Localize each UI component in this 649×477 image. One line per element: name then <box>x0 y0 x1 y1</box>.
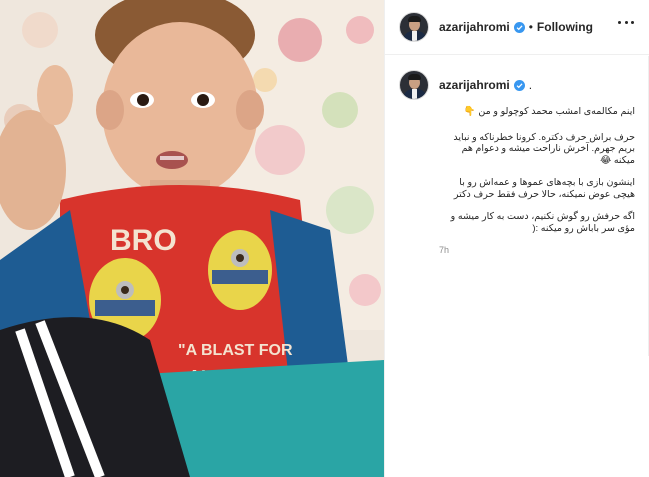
caption-line-2: حرف براش حرف دکتره. کرونا خطرناکه و نبای… <box>453 131 635 166</box>
post-header: azarijahromi • Following <box>385 0 649 55</box>
caption-avatar[interactable] <box>399 70 429 100</box>
separator-dot: • <box>528 20 533 34</box>
following-button[interactable]: Following <box>537 20 593 34</box>
caption-line-1: اینم مکالمه‌ی امشب محمد کوچولو و من 👇 <box>463 106 635 117</box>
video-frame: BRO "A BLAST FOR ALL AGES!" <box>0 0 384 477</box>
caption-line-3: اینشون بازی با بچه‌های عموها و عمه‌اش رو… <box>453 177 635 200</box>
post-caption-comment: azarijahromi . اینم مکالمه‌ی امشب محمد ک… <box>399 70 639 255</box>
caption-line-4: اگه حرفش رو گوش نکنیم، دست به کار میشه و… <box>450 211 635 234</box>
post-timestamp[interactable]: 7h <box>439 245 639 255</box>
post-side-panel: azarijahromi • Following azarijahromi . … <box>384 0 649 477</box>
caption-text: اینم مکالمه‌ی امشب محمد کوچولو و من 👇 حر… <box>439 106 635 234</box>
header-username[interactable]: azarijahromi <box>439 20 510 34</box>
shirt-text-bro: BRO <box>110 224 177 257</box>
more-options-icon[interactable] <box>618 21 634 27</box>
caption-username[interactable]: azarijahromi <box>439 78 510 92</box>
shirt-text-line1: "A BLAST FOR <box>178 342 293 359</box>
avatar[interactable] <box>399 12 429 42</box>
verified-badge-icon <box>513 21 525 33</box>
verified-badge-icon <box>513 79 525 91</box>
caption-period: . <box>528 78 533 92</box>
post-video[interactable]: BRO "A BLAST FOR ALL AGES!" <box>0 0 384 477</box>
